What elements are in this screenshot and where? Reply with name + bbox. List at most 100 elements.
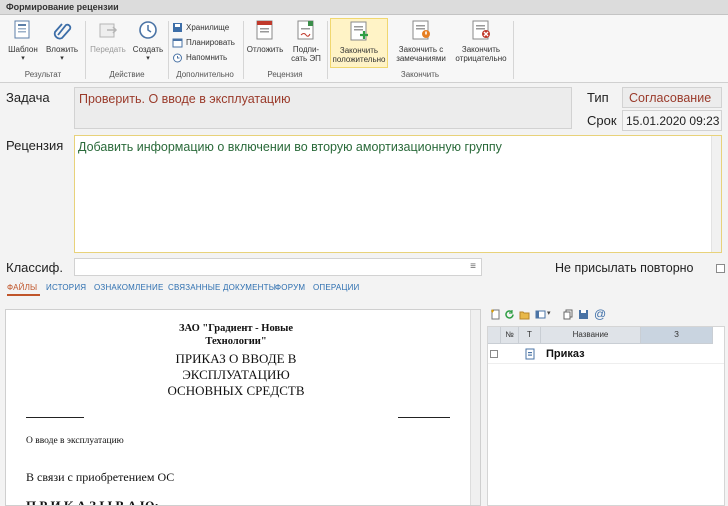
remind-button[interactable]: Напомнить: [172, 50, 227, 64]
paperclip-icon: [53, 23, 72, 40]
table-row[interactable]: Приказ: [488, 345, 724, 364]
tab-related-documents[interactable]: СВЯЗАННЫЕ ДОКУМЕНТЫ: [168, 283, 276, 292]
review-scrollbar[interactable]: [711, 136, 721, 252]
files-grid: № T Название З Приказ: [487, 326, 725, 506]
document-preview[interactable]: ЗАО "Градиент - Новые Технологии" ПРИКАЗ…: [5, 309, 481, 506]
chevron-down-icon: ▾: [146, 55, 150, 62]
save-icon[interactable]: [578, 309, 589, 320]
grid-header-num[interactable]: №: [501, 327, 519, 344]
view-options-icon[interactable]: [535, 309, 546, 320]
chevron-down-icon: ▾: [60, 55, 64, 62]
review-text: Добавить информацию о включении во втору…: [78, 140, 502, 154]
grid-header-select[interactable]: [488, 327, 501, 344]
finish-negative-button[interactable]: Закончить отрицательно: [452, 19, 510, 63]
doc-title-line2: ЭКСПЛУАТАЦИЮ: [182, 367, 290, 382]
doc-org-line1: ЗАО "Градиент - Новые: [179, 323, 293, 334]
files-pane: ▾ @ № T Название З Приказ: [487, 307, 728, 506]
postpone-label: Отложить: [246, 45, 284, 54]
task-label: Задача: [6, 90, 50, 105]
signature-icon: [297, 20, 314, 40]
classif-label: Классиф.: [6, 260, 63, 275]
storage-label: Хранилище: [186, 22, 230, 32]
group-label-action: Действие: [109, 70, 145, 79]
type-field[interactable]: Согласование: [622, 87, 722, 108]
type-label: Тип: [587, 90, 609, 105]
tab-files[interactable]: ФАЙЛЫ: [7, 283, 37, 292]
group-label-result: Результат: [24, 70, 62, 79]
email-icon[interactable]: @: [594, 307, 606, 321]
review-window: Формирование рецензии Шаблон ▾ Вложить ▾…: [0, 0, 728, 506]
template-icon: [14, 20, 30, 39]
finish-positive-button[interactable]: Закончить положительно: [330, 18, 388, 68]
remind-label: Напомнить: [186, 52, 228, 62]
no-repeat-label: Не присылать повторно: [555, 261, 694, 275]
new-file-icon[interactable]: [490, 309, 501, 320]
review-textarea[interactable]: Добавить информацию о включении во втору…: [74, 135, 722, 253]
finish-remarks-line2: замечаниями: [396, 54, 446, 63]
finish-negative-line1: Закончить: [461, 45, 501, 54]
finish-remarks-line1: Закончить с: [398, 45, 444, 54]
deadline-label: Срок: [587, 113, 617, 128]
doc-title-line1: ПРИКАЗ О ВВОДЕ В: [175, 351, 297, 366]
no-repeat-checkbox[interactable]: [716, 264, 725, 273]
finish-remarks-button[interactable]: Закончить с замечаниями: [392, 19, 450, 63]
attach-label: Вложить: [45, 45, 79, 54]
title-bar: Формирование рецензии: [0, 0, 728, 15]
clock-refresh-icon: [139, 21, 157, 39]
sign-button[interactable]: Подпи- сать ЭП: [288, 19, 324, 63]
storage-icon: [173, 22, 182, 32]
sign-label-line1: Подпи-: [292, 45, 320, 54]
doc-body: В связи с приобретением ОС: [26, 470, 175, 484]
ribbon-separator: [85, 21, 86, 79]
alarm-icon: [173, 53, 182, 62]
document-scrollbar[interactable]: [470, 310, 480, 505]
tab-operations[interactable]: ОПЕРАЦИИ: [313, 283, 359, 292]
ribbon-separator: [327, 21, 328, 79]
forward-label: Передать: [90, 45, 126, 54]
ribbon-separator: [513, 21, 514, 79]
attach-button[interactable]: Вложить ▾: [44, 19, 80, 63]
finish-negative-line2: отрицательно: [455, 54, 507, 63]
finish-positive-line2: положительно: [332, 55, 386, 64]
deadline-value: 15.01.2020 09:23: [626, 114, 720, 128]
postpone-icon: [256, 20, 273, 40]
document-type-icon: [525, 348, 535, 360]
create-button[interactable]: Создать ▾: [131, 19, 165, 63]
list-icon[interactable]: ≡: [466, 260, 480, 274]
deadline-field[interactable]: 15.01.2020 09:23: [622, 110, 722, 131]
group-label-finish: Закончить: [400, 70, 440, 79]
forward-icon: [99, 23, 118, 38]
folder-icon[interactable]: [519, 309, 530, 320]
copy-icon[interactable]: [563, 309, 574, 320]
tab-forum[interactable]: ФОРУМ: [275, 283, 305, 292]
template-label: Шаблон: [8, 45, 38, 54]
finish-remarks-icon: [412, 20, 430, 40]
chevron-down-icon[interactable]: ▾: [547, 309, 551, 317]
ribbon-separator: [168, 21, 169, 79]
window-title: Формирование рецензии: [6, 2, 119, 12]
tab-acquaintance[interactable]: ОЗНАКОМЛЕНИЕ: [94, 283, 163, 292]
ribbon-separator: [243, 21, 244, 79]
forward-button[interactable]: Передать: [89, 19, 127, 54]
classif-input[interactable]: ≡: [74, 258, 482, 276]
postpone-button[interactable]: Отложить: [246, 19, 284, 54]
grid-header-extra[interactable]: З: [641, 327, 713, 344]
doc-signature-line: [398, 417, 450, 418]
task-field[interactable]: Проверить. О вводе в эксплуатацию: [74, 87, 572, 129]
refresh-icon[interactable]: [504, 309, 515, 320]
grid-header-type[interactable]: T: [519, 327, 541, 344]
doc-org-line2: Технологии": [205, 336, 267, 347]
template-button[interactable]: Шаблон ▾: [6, 19, 40, 63]
active-tab-indicator: [7, 294, 40, 296]
doc-order: П Р И К А З Ы В А Ю:: [26, 498, 159, 506]
tab-history[interactable]: ИСТОРИЯ: [46, 283, 86, 292]
group-label-review: Рецензия: [267, 70, 303, 79]
calendar-icon: [172, 38, 183, 47]
plan-button[interactable]: Планировать: [172, 35, 235, 49]
grid-header-name[interactable]: Название: [541, 327, 641, 344]
doc-title-line3: ОСНОВНЫХ СРЕДСТВ: [167, 383, 305, 398]
storage-button[interactable]: Хранилище: [172, 20, 229, 34]
row-checkbox[interactable]: [490, 350, 498, 358]
finish-positive-icon: [350, 21, 368, 41]
create-label: Создать: [132, 45, 164, 54]
